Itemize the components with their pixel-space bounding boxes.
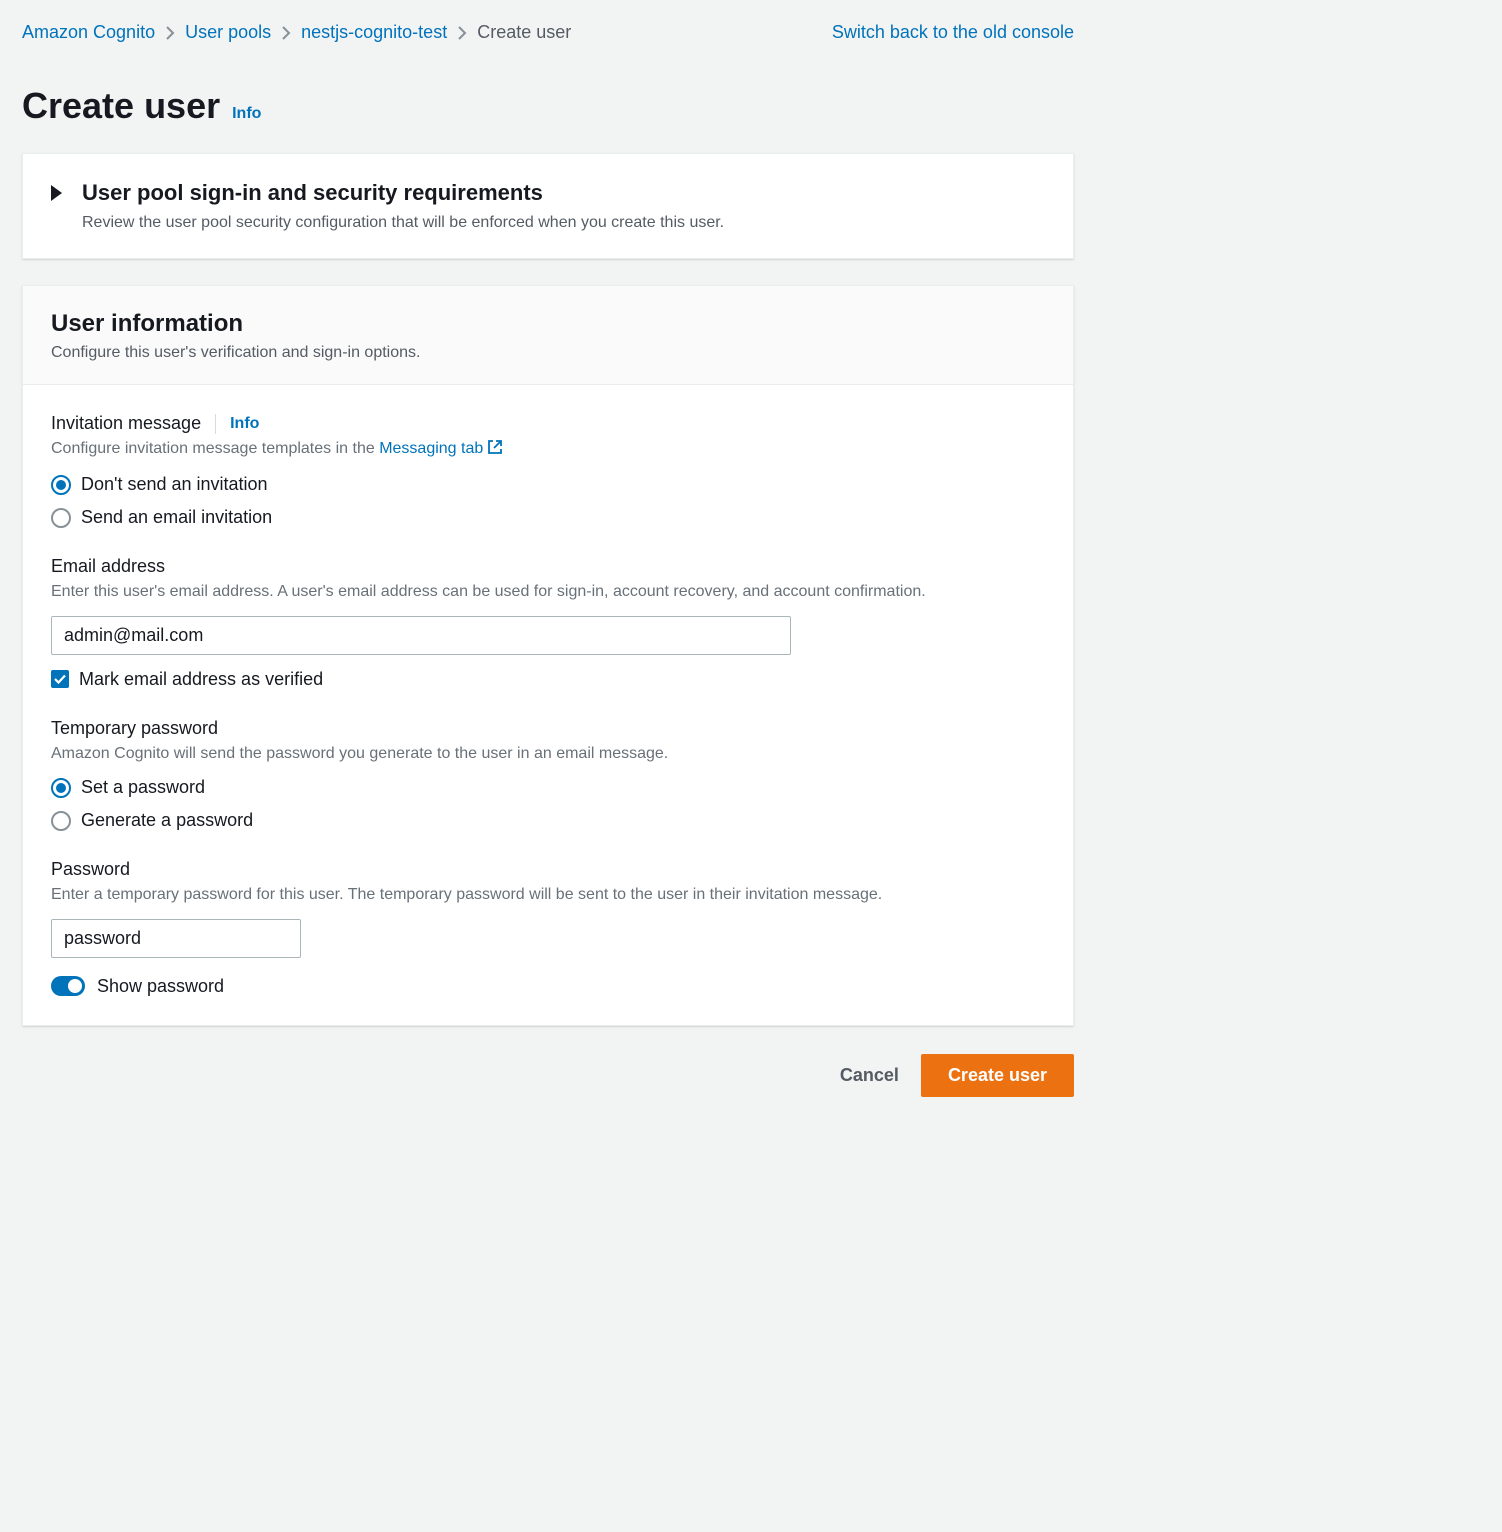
chevron-right-icon — [281, 25, 291, 41]
security-panel-title: User pool sign-in and security requireme… — [82, 180, 724, 206]
radio-set-password[interactable]: Set a password — [51, 777, 1045, 798]
password-block: Password Enter a temporary password for … — [51, 859, 1045, 996]
email-desc: Enter this user's email address. A user'… — [51, 581, 1045, 603]
email-field[interactable] — [51, 616, 791, 655]
radio-icon — [51, 475, 71, 495]
radio-icon — [51, 508, 71, 528]
invitation-desc: Configure invitation message templates i… — [51, 438, 1045, 462]
breadcrumb-link-cognito[interactable]: Amazon Cognito — [22, 22, 155, 43]
radio-generate-password[interactable]: Generate a password — [51, 810, 1045, 831]
switch-console-link[interactable]: Switch back to the old console — [832, 22, 1074, 43]
password-desc: Enter a temporary password for this user… — [51, 884, 1045, 906]
user-info-subtitle: Configure this user's verification and s… — [51, 344, 1045, 362]
password-field[interactable] — [51, 919, 301, 958]
temp-password-desc: Amazon Cognito will send the password yo… — [51, 743, 1045, 765]
chevron-right-icon — [457, 25, 467, 41]
radio-dont-send-invitation[interactable]: Don't send an invitation — [51, 474, 1045, 495]
breadcrumb-link-user-pools[interactable]: User pools — [185, 22, 271, 43]
divider-icon — [215, 414, 216, 434]
messaging-tab-link[interactable]: Messaging tab — [379, 440, 503, 457]
temporary-password-block: Temporary password Amazon Cognito will s… — [51, 718, 1045, 831]
email-address-block: Email address Enter this user's email ad… — [51, 556, 1045, 689]
email-label: Email address — [51, 556, 1045, 577]
invitation-label: Invitation message — [51, 413, 201, 434]
radio-send-email-invitation[interactable]: Send an email invitation — [51, 507, 1045, 528]
external-link-icon — [487, 439, 503, 462]
chevron-right-icon — [165, 25, 175, 41]
breadcrumb-current: Create user — [477, 22, 571, 43]
user-information-panel: User information Configure this user's v… — [22, 285, 1074, 1026]
breadcrumb-link-pool-name[interactable]: nestjs-cognito-test — [301, 22, 447, 43]
caret-right-icon[interactable] — [51, 185, 62, 201]
page-title-info-link[interactable]: Info — [232, 105, 261, 123]
radio-icon — [51, 811, 71, 831]
invitation-info-link[interactable]: Info — [230, 415, 259, 433]
show-password-toggle[interactable]: Show password — [51, 976, 1045, 997]
toggle-on-icon — [51, 976, 85, 996]
page-title-text: Create user — [22, 85, 220, 127]
footer-actions: Cancel Create user — [22, 1054, 1074, 1097]
temp-password-label: Temporary password — [51, 718, 1045, 739]
checkbox-checked-icon — [51, 670, 69, 688]
security-panel-subtitle: Review the user pool security configurat… — [82, 214, 724, 232]
password-label: Password — [51, 859, 1045, 880]
create-user-button[interactable]: Create user — [921, 1054, 1074, 1097]
security-requirements-panel: User pool sign-in and security requireme… — [22, 153, 1074, 259]
radio-icon — [51, 778, 71, 798]
page-title: Create user Info — [22, 85, 1074, 127]
user-info-title: User information — [51, 310, 1045, 338]
breadcrumb: Amazon Cognito User pools nestjs-cognito… — [22, 22, 571, 43]
mark-email-verified-checkbox[interactable]: Mark email address as verified — [51, 669, 1045, 690]
invitation-message-block: Invitation message Info Configure invita… — [51, 413, 1045, 528]
cancel-button[interactable]: Cancel — [836, 1055, 903, 1096]
